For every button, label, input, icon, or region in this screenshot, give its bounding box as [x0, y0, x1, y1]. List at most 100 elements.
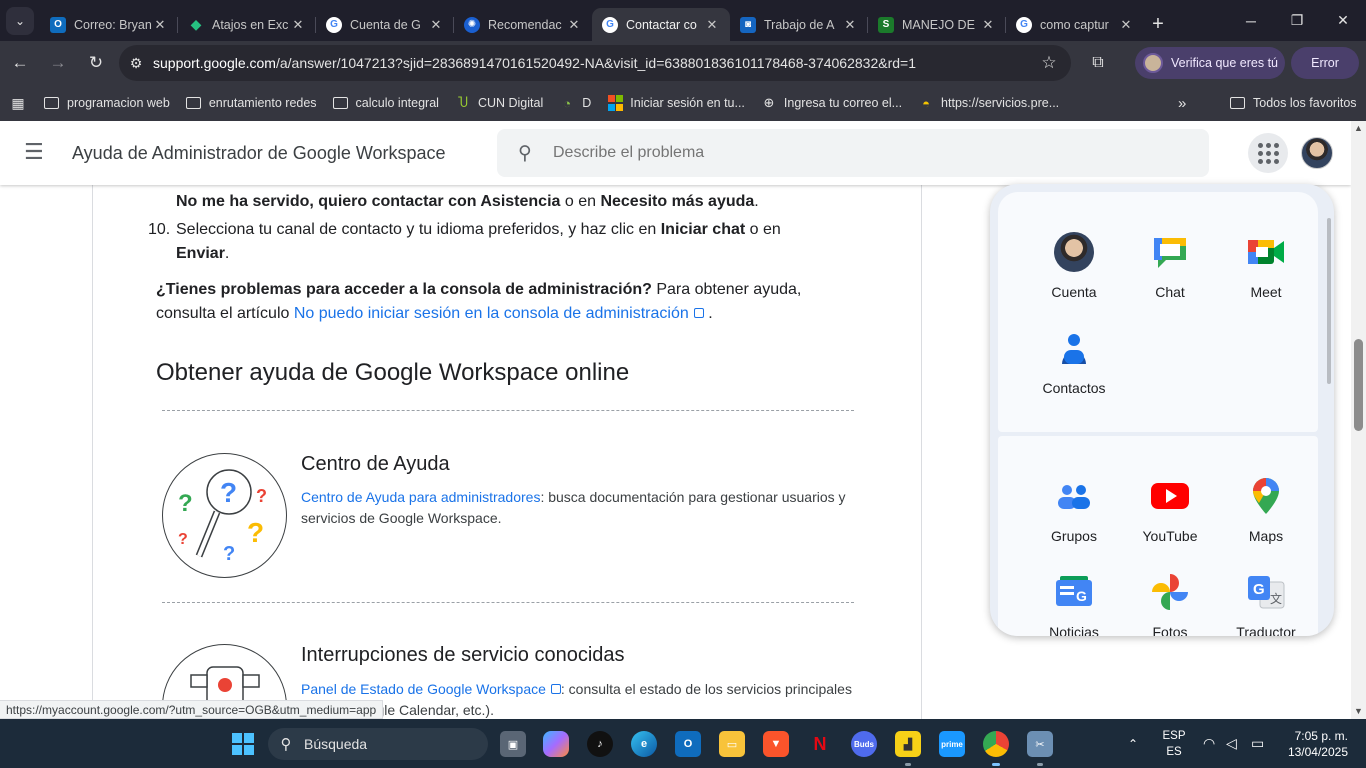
site-settings-icon[interactable]: ⚙	[119, 55, 153, 72]
forward-button[interactable]: →	[40, 45, 76, 81]
error-menu-button[interactable]: Error	[1291, 47, 1359, 79]
sticky-notes-icon[interactable]: ▟	[895, 731, 921, 766]
app-traductor[interactable]: G 文 Traductor	[1218, 556, 1314, 636]
show-hidden-icons-chevron[interactable]: ⌃	[1128, 719, 1138, 768]
taskbar-search[interactable]: ⚲ Búsqueda	[268, 728, 488, 760]
close-tab-icon[interactable]: ✕	[566, 17, 582, 33]
close-tab-icon[interactable]: ✕	[842, 17, 858, 33]
app-meet[interactable]: Meet	[1218, 216, 1314, 304]
apps-panel-scrollbar[interactable]	[1327, 218, 1331, 384]
close-tab-icon[interactable]: ✕	[152, 17, 168, 33]
google-apps-button[interactable]	[1248, 133, 1288, 173]
svg-text:?: ?	[247, 517, 264, 548]
app-grupos[interactable]: Grupos	[1026, 460, 1122, 548]
new-tab-button[interactable]: +	[1144, 8, 1172, 41]
account-avatar[interactable]	[1301, 137, 1333, 169]
minimize-button[interactable]: ─	[1228, 0, 1274, 41]
url-text[interactable]: support.google.com/a/answer/1047213?sjid…	[153, 55, 1027, 71]
copilot-icon[interactable]	[543, 731, 569, 757]
all-bookmarks-folder[interactable]: Todos los favoritos	[1222, 89, 1365, 117]
file-explorer-icon[interactable]: ▭	[719, 731, 745, 757]
chrome-icon[interactable]	[983, 731, 1009, 766]
apps-section-primary: Cuenta Chat Meet Contactos	[998, 192, 1318, 432]
volume-icon[interactable]: ◁	[1226, 719, 1237, 768]
bookmark-folder-programacion[interactable]: programacion web	[36, 89, 178, 117]
cant-sign-in-link[interactable]: No puedo iniciar sesión en la consola de…	[294, 305, 689, 322]
netflix-icon[interactable]: N	[807, 731, 833, 757]
close-tab-icon[interactable]: ✕	[290, 17, 306, 33]
scrollbar-thumb[interactable]	[1354, 339, 1363, 431]
reload-button[interactable]: ↻	[78, 45, 114, 81]
more-bookmarks-chevron-icon[interactable]: »	[1178, 85, 1186, 121]
app-cuenta[interactable]: Cuenta	[1026, 216, 1122, 304]
app-youtube[interactable]: YouTube	[1122, 460, 1218, 548]
page-scrollbar[interactable]: ▲ ▼	[1351, 121, 1366, 719]
svg-text:G: G	[1076, 588, 1087, 604]
tab-atajos[interactable]: ◆ Atajos en Exc ✕	[178, 8, 316, 41]
svg-text:?: ?	[178, 490, 193, 517]
help-search-input[interactable]	[553, 144, 1153, 162]
tab-como-capturar[interactable]: G como captur ✕	[1006, 8, 1144, 41]
tab-search-button[interactable]: ⌄	[6, 7, 34, 35]
tab-correo[interactable]: O Correo: Bryan ✕	[40, 8, 178, 41]
buds-icon[interactable]: Buds	[851, 731, 877, 757]
close-tab-icon[interactable]: ✕	[1118, 17, 1134, 33]
tab-manejo[interactable]: S MANEJO DE ✕	[868, 8, 1006, 41]
bookmark-folder-calculo[interactable]: calculo integral	[325, 89, 447, 117]
maximize-button[interactable]: ❐	[1274, 0, 1320, 41]
external-link-icon	[693, 308, 704, 318]
task-view-icon[interactable]: ▣	[500, 731, 526, 757]
divider	[162, 410, 854, 411]
address-bar[interactable]: ⚙ support.google.com/a/answer/1047213?sj…	[119, 45, 1071, 81]
edge-icon[interactable]: e	[631, 731, 657, 757]
hamburger-menu-icon[interactable]: ☰	[24, 141, 48, 165]
tab-cuenta-google[interactable]: G Cuenta de G ✕	[316, 8, 454, 41]
status-dashboard-link[interactable]: Panel de Estado de Google Workspace	[301, 681, 546, 697]
close-tab-icon[interactable]: ✕	[428, 17, 444, 33]
system-clock[interactable]: 7:05 p. m. 13/04/2025	[1278, 728, 1348, 760]
tiktok-icon[interactable]: ♪	[587, 731, 613, 757]
tab-trabajo[interactable]: ◙ Trabajo de A ✕	[730, 8, 868, 41]
tab-recomendaciones[interactable]: ✺ Recomendac ✕	[454, 8, 592, 41]
wifi-icon[interactable]: ◠	[1203, 719, 1215, 768]
bookmark-cun-digital[interactable]: Ⴎ CUN Digital	[447, 89, 551, 117]
scroll-up-icon[interactable]: ▲	[1354, 123, 1363, 133]
apps-grid-icon[interactable]: ▦	[0, 95, 36, 112]
app-contactos[interactable]: Contactos	[1026, 312, 1122, 400]
search-icon: ⚲	[518, 142, 532, 164]
snipping-tool-icon[interactable]: ✂	[1027, 731, 1053, 766]
translate-icon: G 文	[1248, 576, 1285, 609]
svg-text:G: G	[1253, 581, 1265, 598]
battery-icon[interactable]: ▭	[1251, 719, 1264, 768]
scroll-down-icon[interactable]: ▼	[1354, 706, 1363, 716]
admin-help-center-link[interactable]: Centro de Ayuda para administradores	[301, 489, 540, 505]
bookmark-ingresa-correo[interactable]: ⊕ Ingresa tu correo el...	[753, 89, 910, 117]
help-search-box[interactable]: ⚲	[497, 129, 1209, 177]
search-icon: ⚲	[280, 736, 292, 753]
close-tab-icon[interactable]: ✕	[980, 17, 996, 33]
svg-text:?: ?	[256, 486, 267, 506]
bookmark-folder-enrutamiento[interactable]: enrutamiento redes	[178, 89, 325, 117]
input-language[interactable]: ESP ES	[1160, 728, 1188, 760]
app-noticias[interactable]: G Noticias	[1026, 556, 1122, 636]
verify-identity-button[interactable]: Verifica que eres tú	[1135, 47, 1285, 79]
helmet-icon: ◓	[922, 95, 930, 111]
bookmark-microsoft-login[interactable]: Iniciar sesión en tu...	[599, 89, 753, 117]
app-fotos[interactable]: Fotos	[1122, 556, 1218, 636]
svg-text:文: 文	[1270, 591, 1282, 606]
app-maps[interactable]: Maps	[1218, 460, 1314, 548]
tab-contactar[interactable]: G Contactar co ✕	[592, 8, 730, 41]
close-window-button[interactable]: ✕	[1320, 0, 1366, 41]
extensions-icon[interactable]: ⧉	[1084, 49, 1112, 77]
close-tab-icon[interactable]: ✕	[704, 17, 720, 33]
bookmark-star-icon[interactable]: ☆	[1027, 53, 1071, 73]
app-chat[interactable]: Chat	[1122, 216, 1218, 304]
brave-icon[interactable]: ▼	[763, 731, 789, 757]
prime-video-icon[interactable]: prime	[939, 731, 965, 757]
outlook-icon[interactable]: O	[675, 731, 701, 757]
bookmark-servicios[interactable]: ◓ https://servicios.pre...	[910, 89, 1067, 117]
back-button[interactable]: ←	[2, 45, 38, 81]
windows-start-icon[interactable]	[232, 733, 254, 755]
site-title[interactable]: Ayuda de Administrador de Google Workspa…	[72, 143, 446, 164]
bookmark-d[interactable]: ◔ D	[551, 89, 599, 117]
